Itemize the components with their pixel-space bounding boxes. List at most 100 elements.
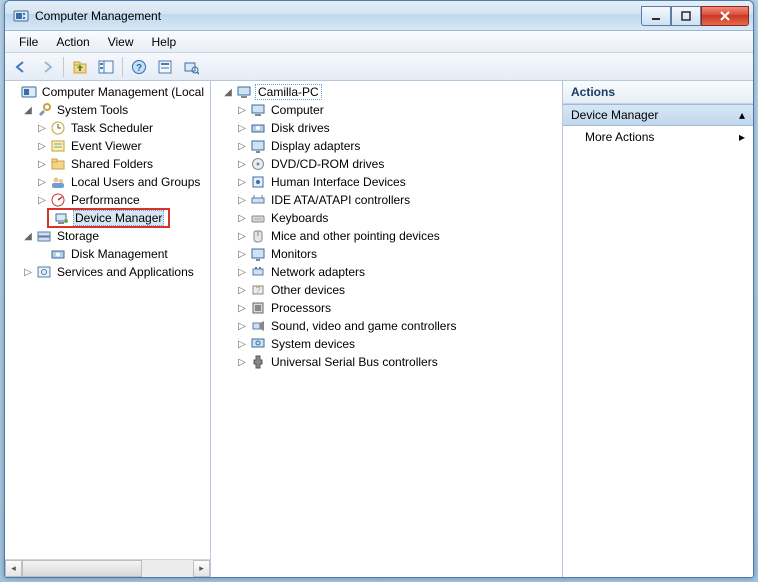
expand-icon[interactable]: ▷ xyxy=(235,319,249,333)
tree-label: Storage xyxy=(55,229,101,243)
device-category-icon xyxy=(250,120,266,136)
expand-icon[interactable]: ▷ xyxy=(235,211,249,225)
menu-view[interactable]: View xyxy=(100,33,142,51)
svg-text:?: ? xyxy=(255,285,260,295)
expand-icon[interactable]: ▷ xyxy=(35,121,49,135)
device-item[interactable]: ▷DVD/CD-ROM drives xyxy=(213,155,562,173)
tree-performance[interactable]: ▷ Performance xyxy=(7,191,210,209)
expand-icon[interactable]: ▷ xyxy=(235,337,249,351)
tree-services-apps[interactable]: ▷ Services and Applications xyxy=(7,263,210,281)
expand-icon[interactable]: ▷ xyxy=(235,301,249,315)
tree-label: Computer Management (Local xyxy=(40,85,206,99)
tree-label: Human Interface Devices xyxy=(269,175,408,189)
scan-hardware-button[interactable] xyxy=(179,56,203,78)
expand-icon[interactable]: ▷ xyxy=(235,247,249,261)
window-title: Computer Management xyxy=(35,9,641,23)
help-button[interactable]: ? xyxy=(127,56,151,78)
tree-task-scheduler[interactable]: ▷ Task Scheduler xyxy=(7,119,210,137)
device-item[interactable]: ▷ Disk drives xyxy=(213,119,562,137)
expand-icon[interactable]: ▷ xyxy=(235,283,249,297)
minimize-button[interactable] xyxy=(641,6,671,26)
device-item[interactable]: ▷System devices xyxy=(213,335,562,353)
tree-system-tools[interactable]: ◢ System Tools xyxy=(7,101,210,119)
tree-disk-management[interactable]: ▷ Disk Management xyxy=(7,245,210,263)
expand-icon[interactable]: ▷ xyxy=(35,175,49,189)
expand-icon[interactable]: ▷ xyxy=(235,229,249,243)
expand-icon[interactable]: ▷ xyxy=(235,157,249,171)
menubar: File Action View Help xyxy=(5,31,753,53)
expand-icon[interactable]: ▷ xyxy=(235,193,249,207)
maximize-button[interactable] xyxy=(671,6,701,26)
device-item[interactable]: ▷Universal Serial Bus controllers xyxy=(213,353,562,371)
device-item[interactable]: ▷ Computer xyxy=(213,101,562,119)
properties-button[interactable] xyxy=(153,56,177,78)
expand-icon[interactable]: ▷ xyxy=(235,175,249,189)
tree-storage[interactable]: ◢ Storage xyxy=(7,227,210,245)
device-item[interactable]: ▷Processors xyxy=(213,299,562,317)
folder-shared-icon xyxy=(50,156,66,172)
actions-pane: Actions Device Manager ▴ More Actions ▸ xyxy=(563,81,753,577)
submenu-arrow-icon: ▸ xyxy=(739,130,745,144)
tree-root[interactable]: Computer Management (Local xyxy=(7,83,210,101)
device-manager-icon xyxy=(54,210,70,226)
scroll-left-button[interactable]: ◂ xyxy=(5,560,22,577)
back-button[interactable] xyxy=(9,56,33,78)
actions-header: Actions xyxy=(563,81,753,104)
tree-label: Disk drives xyxy=(269,121,332,135)
titlebar[interactable]: Computer Management xyxy=(5,1,753,31)
menu-help[interactable]: Help xyxy=(144,33,185,51)
tree-device-manager[interactable]: ▷ Device Manager xyxy=(7,209,210,227)
actions-group[interactable]: Device Manager ▴ xyxy=(563,104,753,126)
horizontal-scrollbar[interactable]: ◂ ▸ xyxy=(5,559,210,577)
tree-shared-folders[interactable]: ▷ Shared Folders xyxy=(7,155,210,173)
tree-label: Other devices xyxy=(269,283,347,297)
device-item[interactable]: ▷IDE ATA/ATAPI controllers xyxy=(213,191,562,209)
up-button[interactable] xyxy=(68,56,92,78)
scroll-right-button[interactable]: ▸ xyxy=(193,560,210,577)
scroll-thumb[interactable] xyxy=(22,560,142,577)
collapse-icon[interactable]: ◢ xyxy=(221,85,235,99)
device-item[interactable]: ▷ Sound, video and game controllers xyxy=(213,317,562,335)
window: Computer Management File Action View Hel… xyxy=(4,0,754,578)
tree-label: Display adapters xyxy=(269,139,362,153)
expand-icon[interactable]: ▷ xyxy=(21,265,35,279)
tree-label: Mice and other pointing devices xyxy=(269,229,442,243)
tree-label: Camilla-PC xyxy=(255,84,322,100)
expand-icon[interactable]: ▷ xyxy=(235,121,249,135)
menu-action[interactable]: Action xyxy=(48,33,97,51)
device-item[interactable]: ▷? Other devices xyxy=(213,281,562,299)
tree-event-viewer[interactable]: ▷ Event Viewer xyxy=(7,137,210,155)
device-tree-pane[interactable]: ◢ Camilla-PC ▷ Computer ▷ Disk drives ▷ Displ… xyxy=(211,81,563,577)
close-button[interactable] xyxy=(701,6,749,26)
device-item[interactable]: ▷Network adapters xyxy=(213,263,562,281)
menu-file[interactable]: File xyxy=(11,33,46,51)
expand-icon[interactable]: ▷ xyxy=(235,139,249,153)
device-item[interactable]: ▷ Display adapters xyxy=(213,137,562,155)
expand-icon[interactable]: ▷ xyxy=(35,139,49,153)
device-item[interactable]: ▷Monitors xyxy=(213,245,562,263)
expand-icon[interactable]: ▷ xyxy=(235,103,249,117)
device-root[interactable]: ◢ Camilla-PC xyxy=(213,83,562,101)
console-tree-pane[interactable]: Computer Management (Local ◢ System Tool… xyxy=(5,81,211,577)
collapse-icon[interactable]: ◢ xyxy=(21,103,35,117)
event-icon xyxy=(50,138,66,154)
device-item[interactable]: ▷Keyboards xyxy=(213,209,562,227)
expand-icon[interactable]: ▷ xyxy=(35,193,49,207)
device-item[interactable]: ▷ Mice and other pointing devices xyxy=(213,227,562,245)
collapse-icon[interactable]: ◢ xyxy=(21,229,35,243)
actions-group-label: Device Manager xyxy=(571,108,658,122)
tree-local-users[interactable]: ▷ Local Users and Groups xyxy=(7,173,210,191)
scroll-track[interactable] xyxy=(22,560,193,577)
device-category-icon xyxy=(250,318,266,334)
tree-label: Services and Applications xyxy=(55,265,196,279)
forward-button[interactable] xyxy=(35,56,59,78)
device-item[interactable]: ▷ Human Interface Devices xyxy=(213,173,562,191)
show-hide-tree-button[interactable] xyxy=(94,56,118,78)
tree-label: Sound, video and game controllers xyxy=(269,319,458,333)
device-category-icon xyxy=(250,174,266,190)
expand-icon[interactable]: ▷ xyxy=(235,355,249,369)
actions-more[interactable]: More Actions ▸ xyxy=(563,126,753,148)
expand-icon[interactable]: ▷ xyxy=(235,265,249,279)
expand-icon[interactable]: ▷ xyxy=(35,157,49,171)
tree-label: Computer xyxy=(269,103,326,117)
